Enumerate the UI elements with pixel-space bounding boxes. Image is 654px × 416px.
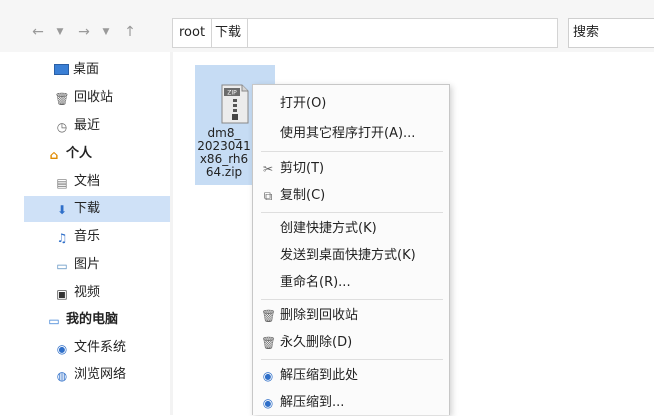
menu-separator (261, 359, 443, 360)
context-menu: 打开(O) 使用其它程序打开(A)... ✂ 剪切(T) ⧉ 复制(C) 创建快… (252, 84, 450, 415)
sidebar-item-label: 回收站 (74, 90, 114, 105)
menu-item-open[interactable]: 打开(O) (253, 91, 449, 117)
copy-icon: ⧉ (263, 189, 273, 203)
picture-icon: ▭ (56, 259, 68, 273)
menu-separator (261, 212, 443, 213)
menu-item-label: 剪切(T) (280, 161, 325, 176)
trash-icon: 🗑 (54, 92, 70, 106)
menu-item-rename[interactable]: 重命名(R)... (253, 270, 449, 296)
menu-item-copy[interactable]: ⧉ 复制(C) (253, 183, 449, 209)
menu-item-label: 打开(O) (280, 96, 327, 111)
forward-history-chevron-icon[interactable]: ▼ (100, 22, 112, 42)
sidebar-section-my-computer[interactable]: ▭ 我的电脑 (46, 307, 118, 333)
up-arrow-icon[interactable]: ↑ (122, 22, 138, 42)
network-icon: ◍ (56, 369, 68, 383)
breadcrumb-downloads[interactable]: 下载 (209, 19, 249, 47)
menu-item-label: 发送到桌面快捷方式(K) (280, 248, 416, 263)
sidebar-item-pictures[interactable]: ▭ 图片 (54, 252, 100, 278)
music-icon: ♫ (56, 231, 68, 245)
sidebar-item-label: 音乐 (74, 229, 101, 244)
zip-label: ZIP (227, 90, 237, 97)
menu-item-label: 解压缩到此处 (280, 368, 359, 383)
forward-arrow-icon[interactable]: → (76, 22, 92, 42)
zip-file-icon[interactable]: ZIP (220, 84, 250, 124)
sidebar-item-label: 图片 (74, 257, 101, 272)
menu-item-label: 创建快捷方式(K) (280, 221, 377, 236)
extract-to-icon: ◉ (262, 396, 274, 410)
sidebar-section-personal[interactable]: ⌂ 个人 (46, 141, 92, 167)
sidebar-item-desktop[interactable]: 桌面 (54, 57, 99, 83)
sidebar-item-label: 下载 (74, 201, 101, 216)
back-arrow-icon[interactable]: ← (30, 22, 46, 42)
menu-item-label: 使用其它程序打开(A)... (280, 126, 416, 141)
sidebar-item-filesystem[interactable]: ◉ 文件系统 (54, 335, 126, 361)
menu-item-create-shortcut[interactable]: 创建快捷方式(K) (253, 216, 449, 242)
sidebar-item-label: 最近 (74, 118, 101, 133)
menu-item-extract-to[interactable]: ◉ 解压缩到... (253, 390, 449, 416)
menu-item-label: 永久删除(D) (280, 335, 353, 350)
menu-item-open-with[interactable]: 使用其它程序打开(A)... (253, 121, 449, 147)
sidebar-item-trash[interactable]: 🗑 回收站 (54, 85, 113, 111)
breadcrumb: root 下载 (172, 18, 558, 48)
sidebar-item-documents[interactable]: ▤ 文档 (54, 169, 100, 195)
download-icon: ⬇ (56, 203, 68, 217)
sidebar-item-label: 视频 (74, 285, 101, 300)
home-icon: ⌂ (49, 148, 59, 162)
desktop-icon (54, 64, 69, 75)
sidebar-item-recent[interactable]: ◷ 最近 (54, 113, 100, 139)
scissors-icon: ✂ (262, 162, 274, 176)
menu-item-send-to-desktop[interactable]: 发送到桌面快捷方式(K) (253, 243, 449, 269)
video-icon: ▣ (56, 287, 68, 301)
menu-item-label: 复制(C) (280, 188, 326, 203)
extract-icon: ◉ (262, 369, 274, 383)
sidebar-item-label: 浏览网络 (74, 367, 127, 382)
clock-icon: ◷ (56, 120, 68, 134)
sidebar-item-downloads[interactable]: ⬇ 下载 (54, 196, 100, 222)
search-label: 搜索 (573, 25, 600, 40)
toolbar: ← ▼ → ▼ ↑ root 下载 搜索 (0, 0, 654, 52)
menu-item-label: 删除到回收站 (280, 308, 359, 323)
menu-item-extract-here[interactable]: ◉ 解压缩到此处 (253, 363, 449, 389)
menu-item-label: 解压缩到... (280, 395, 345, 410)
sidebar-item-videos[interactable]: ▣ 视频 (54, 280, 100, 306)
back-history-chevron-icon[interactable]: ▼ (54, 22, 66, 42)
menu-separator (261, 299, 443, 300)
file-name-line: 64.zip (205, 165, 243, 179)
computer-icon: ▭ (48, 314, 60, 328)
menu-item-move-to-trash[interactable]: 🗑 删除到回收站 (253, 303, 449, 329)
menu-item-cut[interactable]: ✂ 剪切(T) (253, 156, 449, 182)
sidebar-item-label: 桌面 (73, 62, 100, 77)
sidebar-item-network[interactable]: ◍ 浏览网络 (54, 362, 126, 388)
sidebar-item-music[interactable]: ♫ 音乐 (54, 224, 100, 250)
trash-icon: 🗑 (261, 309, 277, 323)
breadcrumb-root[interactable]: root (173, 19, 213, 47)
document-icon: ▤ (56, 176, 68, 190)
menu-item-label: 重命名(R)... (280, 275, 351, 290)
delete-icon: 🗑 (261, 336, 277, 350)
sidebar-section-label: 个人 (66, 146, 93, 161)
menu-separator (261, 151, 443, 152)
menu-item-delete-permanently[interactable]: 🗑 永久删除(D) (253, 330, 449, 356)
sidebar-item-label: 文档 (74, 174, 101, 189)
disk-icon: ◉ (56, 342, 68, 356)
sidebar-section-label: 我的电脑 (66, 312, 119, 327)
search-input[interactable]: 搜索 (568, 18, 654, 48)
file-name[interactable]: dm8_ 2023041 x86_rh6 64.zip (195, 127, 253, 179)
sidebar-item-label: 文件系统 (74, 340, 127, 355)
